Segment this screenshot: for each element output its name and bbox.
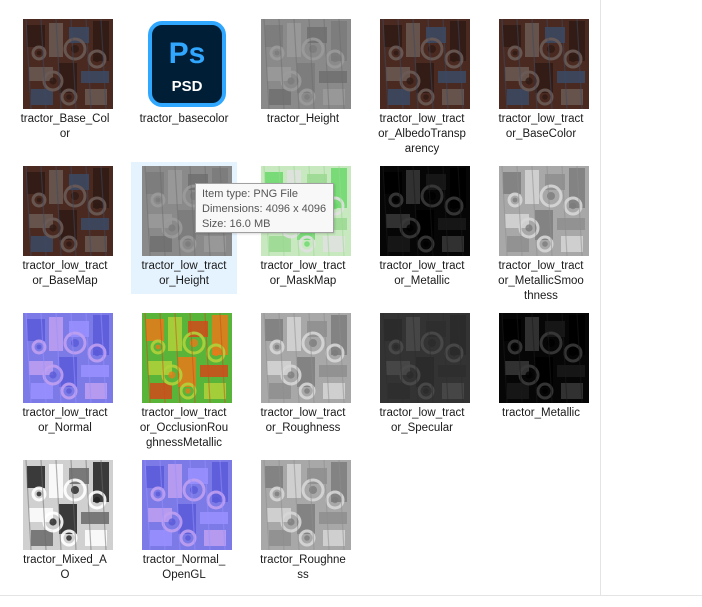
image-thumbnail [380,19,470,109]
file-item[interactable]: tractor_low_tract or_OcclusionRou ghnessMe… [131,309,237,456]
file-item[interactable]: tractor_low_tract or_Specular [369,309,475,441]
file-name-line: or_Metallic [394,275,450,287]
file-name-label: tractor_low_tract or_Normal [15,406,115,436]
file-name-line: tractor_Mixed_A [23,554,107,566]
file-name-line: O [60,569,70,581]
file-name-line: tractor_basecolor [139,113,229,125]
image-thumbnail [380,166,470,256]
tooltip-item-type: Item type: PNG File [202,188,298,200]
image-thumbnail [23,313,113,403]
file-name-label: tractor_Mixed_A O [15,553,115,583]
preview-pane-area [601,0,702,595]
file-view-pane: tractor_Base_Color Ps PSD tractor_basecolor… [0,0,600,595]
file-item[interactable]: tractor_Mixed_A O [12,456,118,588]
file-name-line: tractor_low_tract [379,113,465,125]
file-name-line: ss [297,569,309,581]
file-name-label: tractor_low_tract or_AlbedoTransparency [372,112,472,157]
image-thumbnail [23,19,113,109]
file-item[interactable]: tractor_Roughness [250,456,356,588]
image-thumbnail [142,313,232,403]
file-name-label: tractor_Roughness [253,553,353,583]
file-item[interactable]: tractor_low_tract or_MetallicSmoothness [488,162,594,309]
file-name-line: or [59,128,71,140]
file-name-line: tractor_low_tract [260,260,346,272]
file-name-line: thness [524,290,558,302]
photoshop-file-icon: Ps PSD [142,19,232,109]
file-name-line: arency [404,143,440,155]
file-name-line: tractor_Base_Col [20,113,110,125]
file-name-line: or_Roughness [265,422,341,434]
file-name-line: tractor_Metallic [502,407,580,419]
file-name-label: tractor_low_tract or_Roughness [253,406,353,436]
pane-divider-horizontal [0,595,702,596]
image-thumbnail [380,313,470,403]
file-name-label: tractor_low_tract or_MaskMap [253,259,353,289]
file-name-line: tractor_low_tract [22,407,108,419]
file-name-line: or_Normal [38,422,92,434]
file-name-line: or_Height [159,275,209,287]
file-name-line: or_BaseMap [32,275,98,287]
file-name-line: or_AlbedoTransp [378,128,466,140]
file-item[interactable]: tractor_low_tract or_AlbedoTransparency [369,15,475,162]
file-name-label: tractor_low_tract or_BaseColor [491,112,591,142]
file-name-label: tractor_basecolor [134,112,234,127]
file-name-line: tractor_low_tract [141,260,227,272]
file-name-line: tractor_low_tract [379,407,465,419]
file-name-line: tractor_low_tract [260,407,346,419]
file-name-label: tractor_Normal_ OpenGL [134,553,234,583]
tooltip-size: Size: 16.0 MB [202,218,271,230]
file-name-label: tractor_Height [253,112,353,127]
image-thumbnail [499,166,589,256]
file-name-line: tractor_Roughne [260,554,346,566]
file-name-line: ghnessMetallic [145,437,223,449]
file-name-label: tractor_low_tract or_Specular [372,406,472,436]
psd-badge-text: Ps [169,37,206,70]
image-thumbnail [23,460,113,550]
file-name-label: tractor_low_tract or_Metallic [372,259,472,289]
file-name-label: tractor_Metallic [491,406,591,421]
file-name-line: or_OcclusionRou [139,422,229,434]
file-item[interactable]: tractor_low_tract or_Metallic [369,162,475,294]
file-name-line: or_MaskMap [269,275,337,287]
file-item[interactable]: tractor_Base_Color [12,15,118,147]
image-thumbnail [499,19,589,109]
file-name-line: tractor_low_tract [379,260,465,272]
file-item[interactable]: tractor_Metallic [488,309,594,426]
image-thumbnail [23,166,113,256]
file-name-line: tractor_low_tract [498,260,584,272]
file-name-label: tractor_low_tract or_BaseMap [15,259,115,289]
file-item[interactable]: tractor_Normal_ OpenGL [131,456,237,588]
file-name-label: tractor_low_tract or_Height [134,259,234,289]
image-thumbnail [261,460,351,550]
file-name-label: tractor_low_tract or_MetallicSmoothness [491,259,591,304]
file-name-line: tractor_Height [266,113,340,125]
tooltip-dimensions: Dimensions: 4096 x 4096 [202,203,327,215]
psd-extension-text: PSD [172,78,203,95]
file-name-line: tractor_low_tract [141,407,227,419]
file-name-line: or_Specular [390,422,453,434]
image-thumbnail [261,19,351,109]
image-thumbnail [261,313,351,403]
file-item[interactable]: tractor_Height [250,15,356,132]
file-name-label: tractor_Base_Color [15,112,115,142]
file-name-line: or_BaseColor [505,128,577,140]
file-item[interactable]: tractor_low_tract or_Normal [12,309,118,441]
file-item[interactable]: tractor_low_tract or_Roughness [250,309,356,441]
file-item[interactable]: tractor_low_tract or_BaseColor [488,15,594,147]
file-name-line: tractor_low_tract [22,260,108,272]
file-name-label: tractor_low_tract or_OcclusionRou ghnessMe… [134,406,234,451]
file-name-line: or_MetallicSmoo [498,275,584,287]
file-name-line: tractor_low_tract [498,113,584,125]
file-name-line: OpenGL [162,569,206,581]
image-thumbnail [499,313,589,403]
file-item[interactable]: Ps PSD tractor_basecolor [131,15,237,132]
file-name-line: tractor_Normal_ [142,554,226,566]
file-item[interactable]: tractor_low_tract or_BaseMap [12,162,118,294]
image-thumbnail [142,460,232,550]
file-info-tooltip: Item type: PNG File Dimensions: 4096 x 4… [195,183,334,233]
